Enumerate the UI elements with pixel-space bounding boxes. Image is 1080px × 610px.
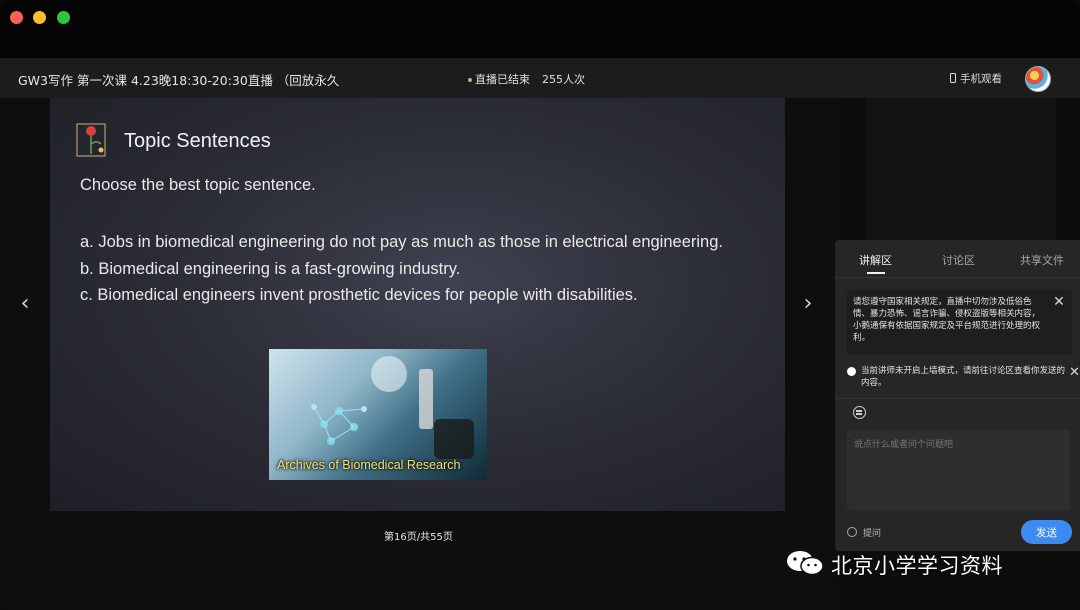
chat-input[interactable] (847, 430, 1070, 510)
option-b: b. Biomedical engineering is a fast-grow… (80, 259, 461, 278)
avatar[interactable] (1025, 66, 1051, 92)
page-indicator: 第16页/共55页 (384, 532, 453, 543)
close-window-button[interactable] (10, 11, 23, 24)
course-title: GW3写作 第一次课 4.23晚18:30-20:30直播 （回放永久 (18, 73, 340, 88)
tab-explanation[interactable]: 讲解区 (859, 252, 892, 274)
watermark-text: 北京小学学习资料 (831, 554, 1003, 578)
side-panel: 讲解区 讨论区 共享文件 请您遵守国家相关规定，直播中切勿涉及低俗色情、暴力恐怖… (835, 240, 1080, 551)
radio-icon (847, 527, 857, 537)
hint-text: 当前讲师未开启上墙模式，请前往讨论区查看你发送的内容。 (861, 366, 1066, 388)
tab-discussion[interactable]: 讨论区 (942, 252, 975, 268)
image-caption: Archives of Biomedical Research (277, 458, 461, 472)
minimize-window-button[interactable] (33, 11, 46, 24)
teacher-video (866, 98, 1056, 240)
ask-label: 提问 (863, 529, 882, 539)
info-dot-icon (847, 367, 856, 376)
option-a: a. Jobs in biomedical engineering do not… (80, 233, 723, 251)
maximize-window-button[interactable] (57, 11, 70, 24)
presentation-slide: Topic Sentences Choose the best topic se… (50, 98, 785, 511)
ask-question-toggle[interactable]: 提问 (847, 526, 881, 539)
send-button[interactable]: 发送 (1021, 520, 1072, 544)
chevron-left-icon[interactable]: ‹ (15, 291, 35, 316)
wall-mode-hint: 当前讲师未开启上墙模式，请前往讨论区查看你发送的内容。 (847, 365, 1072, 389)
viewer-count: 255人次 (542, 73, 585, 86)
mobile-view-button[interactable]: 手机观看 (950, 71, 1002, 86)
divider (835, 398, 1080, 399)
status-dot-icon (468, 78, 472, 82)
chevron-right-icon[interactable]: › (798, 291, 818, 316)
live-status: 直播已结束 255人次 (468, 71, 585, 87)
policy-notice: 请您遵守国家相关规定，直播中切勿涉及低俗色情、暴力恐怖、谣言诈骗、侵权盗版等相关… (847, 290, 1072, 355)
title-bar (0, 0, 1080, 58)
emoji-icon[interactable] (853, 406, 866, 419)
option-c: c. Biomedical engineers invent prostheti… (80, 286, 638, 304)
app-window: GW3写作 第一次课 4.23晚18:30-20:30直播 （回放永久 直播已结… (0, 0, 1080, 610)
close-icon[interactable]: ✕ (1051, 294, 1067, 310)
slide-options: a. Jobs in biomedical engineering do not… (80, 229, 740, 309)
biomedical-research-image: Archives of Biomedical Research (269, 349, 487, 480)
phone-icon (950, 73, 956, 83)
rose-logo-icon (76, 123, 106, 157)
slide-title: Topic Sentences (124, 130, 271, 152)
live-status-text: 直播已结束 (475, 73, 530, 86)
slide-prompt: Choose the best topic sentence. (80, 176, 316, 194)
wechat-icon (787, 551, 824, 576)
panel-tabs: 讲解区 讨论区 共享文件 (835, 240, 1080, 278)
mobile-view-label: 手机观看 (960, 73, 1002, 85)
close-hint-icon[interactable]: ✕ (1069, 366, 1080, 380)
tab-shared-files[interactable]: 共享文件 (1020, 252, 1064, 268)
course-info-bar: GW3写作 第一次课 4.23晚18:30-20:30直播 （回放永久 直播已结… (0, 58, 1080, 98)
